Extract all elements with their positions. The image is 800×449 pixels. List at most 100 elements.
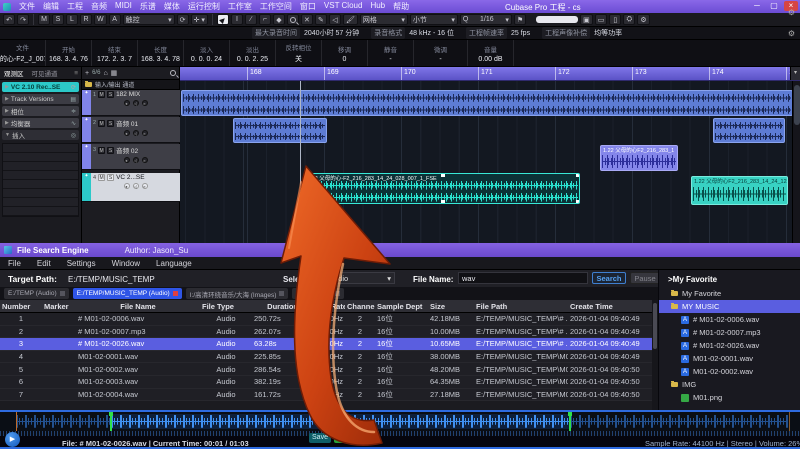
menu-item[interactable]: 编辑 [39, 1, 63, 12]
target-path-value[interactable]: E:/TEMP/MUSIC_TEMP [68, 275, 155, 284]
io-channels-row[interactable]: 输入/输出 通道 [82, 80, 179, 90]
info-value[interactable]: 1.22父母的心-F2_J_007_1_FSE [0, 54, 46, 64]
sync-icon[interactable]: ⟳ [177, 14, 189, 25]
tree-item-file[interactable]: A# M01-02-0026.wav [659, 339, 800, 352]
column-header[interactable]: File Name [76, 302, 200, 311]
table-row[interactable]: 5 M01-02-0002.wav Audio 286.54s 44100Hz … [0, 363, 652, 376]
info-column[interactable]: 淡入 0. 0. 0. 24 [184, 40, 230, 66]
ruler-bar[interactable]: 173 [632, 67, 709, 80]
edit-channel-icon[interactable]: e [142, 183, 148, 189]
info-value[interactable]: 0. 0. 2. 25 [237, 56, 268, 63]
info-column[interactable]: 反转相位 关 [276, 40, 322, 66]
track-name[interactable]: 音频 02 [116, 145, 138, 155]
info-value[interactable]: 0.00 dB [478, 56, 502, 63]
info-column[interactable]: 长度 168. 3. 4. 78 [138, 40, 184, 66]
grid-type-select[interactable]: 小节▾ [410, 14, 458, 25]
undo-icon[interactable]: ↶ [3, 14, 15, 25]
insert-slot[interactable] [3, 144, 78, 153]
table-row[interactable]: 3 # M01-02-0026.wav Audio 63.28s 44100Hz… [0, 338, 652, 351]
tree-item-folder[interactable]: IMG [659, 378, 800, 391]
audio-event-182mix[interactable] [181, 90, 793, 116]
insert-slot[interactable] [3, 207, 78, 216]
end-marker[interactable] [789, 412, 790, 431]
ruler-bar[interactable]: 170 [401, 67, 478, 80]
table-row[interactable]: 1 # M01-02-0006.wav Audio 250.72s 44100H… [0, 313, 652, 326]
menu-item[interactable]: 音频 [87, 1, 111, 12]
menu-item[interactable]: Window [104, 259, 148, 268]
audio-event-cyan-right[interactable]: 1.22 父母的心F2_216_283_14_24_1228 [691, 176, 788, 205]
split-tool[interactable]: ∕ [245, 14, 257, 25]
play-tool[interactable]: ◁ [329, 14, 341, 25]
mute-all-button[interactable]: M [38, 14, 50, 25]
favorites-header[interactable]: >My Favorite [659, 270, 800, 287]
table-row[interactable]: 2 # M01-02-0007.mp3 Audio 262.07s 44100H… [0, 326, 652, 339]
event-handle[interactable] [304, 200, 308, 204]
column-header[interactable]: Create Time [568, 302, 652, 311]
info-column[interactable]: 微调 - [414, 40, 468, 66]
path-tab[interactable]: L:/Audio E... [292, 288, 343, 299]
listen-button[interactable]: L [66, 14, 78, 25]
record-enable-icon[interactable]: ● [124, 157, 130, 163]
layout-left-zone-button[interactable]: ▣ [580, 14, 593, 25]
vertical-scrollbar[interactable] [792, 81, 800, 243]
close-tab-icon[interactable] [173, 291, 178, 296]
drag-button[interactable]: Drag [357, 433, 379, 443]
record-enable-icon[interactable]: ● [124, 130, 130, 136]
close-tab-icon[interactable] [60, 291, 65, 296]
scrollbar-thumb[interactable] [653, 303, 657, 349]
grid-icon[interactable]: ▦ [111, 69, 118, 77]
inspector-section-inserts[interactable]: ▼插入◎ [2, 130, 79, 140]
menu-item[interactable]: Settings [59, 259, 104, 268]
info-value[interactable]: - [389, 56, 391, 63]
object-selection-tool[interactable]: ▶ [217, 14, 229, 25]
ruler-bar[interactable]: 172 [555, 67, 632, 80]
search-track-icon[interactable] [170, 70, 176, 76]
close-tab-icon[interactable] [279, 291, 284, 296]
column-header[interactable]: Sample Rate [300, 302, 345, 311]
track-row-182mix[interactable]: ✦ 1MS182 MIX ●◁e [82, 90, 180, 116]
edit-channel-icon[interactable]: e [142, 100, 148, 106]
solo-button[interactable]: S [107, 147, 114, 154]
menu-item[interactable]: Language [148, 259, 200, 268]
menu-item[interactable]: Edit [29, 259, 59, 268]
menu-item[interactable]: 窗口 [296, 1, 320, 12]
ruler-bar[interactable]: 168 [247, 67, 324, 80]
add-track-button[interactable]: + [85, 70, 89, 77]
mute-tool[interactable]: ✕ [301, 14, 313, 25]
event-handle[interactable] [441, 173, 445, 177]
loop-button[interactable]: Loop [334, 433, 354, 443]
audio-event-audio02[interactable]: 1.22 父母的心F2_216_283_1 [600, 145, 678, 171]
info-value[interactable]: - [439, 56, 441, 63]
mute-button[interactable]: M [98, 120, 105, 127]
ruler-bar[interactable]: 174 [709, 67, 786, 80]
info-column[interactable]: 移调 0 [322, 40, 368, 66]
path-tab-active[interactable]: E:/TEMP/MUSIC_TEMP (Audio) [73, 288, 182, 299]
insert-slot[interactable] [3, 180, 78, 189]
insert-slot[interactable] [3, 162, 78, 171]
loop-start-marker[interactable] [110, 412, 112, 431]
event-display[interactable]: 1.22 父母的心F2_216_283_1 1.22 父母的心-F2_216_2… [180, 81, 800, 243]
track-name[interactable]: 182 MIX [116, 91, 140, 98]
mute-button[interactable]: M [98, 147, 105, 154]
solo-button[interactable]: S [107, 120, 114, 127]
track-row-vc2-selected[interactable]: ✦ 4MSVC 2...SE ●◁e [82, 173, 180, 202]
maximize-icon[interactable]: ▢ [767, 1, 781, 11]
solo-button[interactable]: S [107, 91, 114, 98]
read-automation-button[interactable]: R [80, 14, 92, 25]
column-header[interactable]: Duration [252, 302, 300, 311]
audio-event-audio01-right[interactable] [713, 118, 785, 143]
playback-position-marker[interactable] [569, 412, 571, 431]
zoom-tool[interactable] [287, 14, 299, 25]
search-window-title-bar[interactable]: File Search Engine Author: Jason_Su [0, 243, 800, 257]
menu-item[interactable]: File [0, 259, 29, 268]
path-tab[interactable]: I:/高清环绕音乐/大海 (Images) [186, 288, 289, 299]
refresh-icon[interactable]: ⟳ [71, 84, 76, 91]
record-enable-icon[interactable]: ● [124, 183, 130, 189]
menu-item[interactable]: 媒体 [160, 1, 184, 12]
redo-icon[interactable]: ↷ [17, 14, 29, 25]
insert-slot[interactable] [3, 171, 78, 180]
tree-item-file[interactable]: AM01-02-0002.wav [659, 365, 800, 378]
record-enable-icon[interactable]: ● [124, 100, 130, 106]
scrollbar-thumb[interactable] [794, 85, 800, 125]
gear-icon[interactable]: ⚙ [788, 8, 795, 17]
